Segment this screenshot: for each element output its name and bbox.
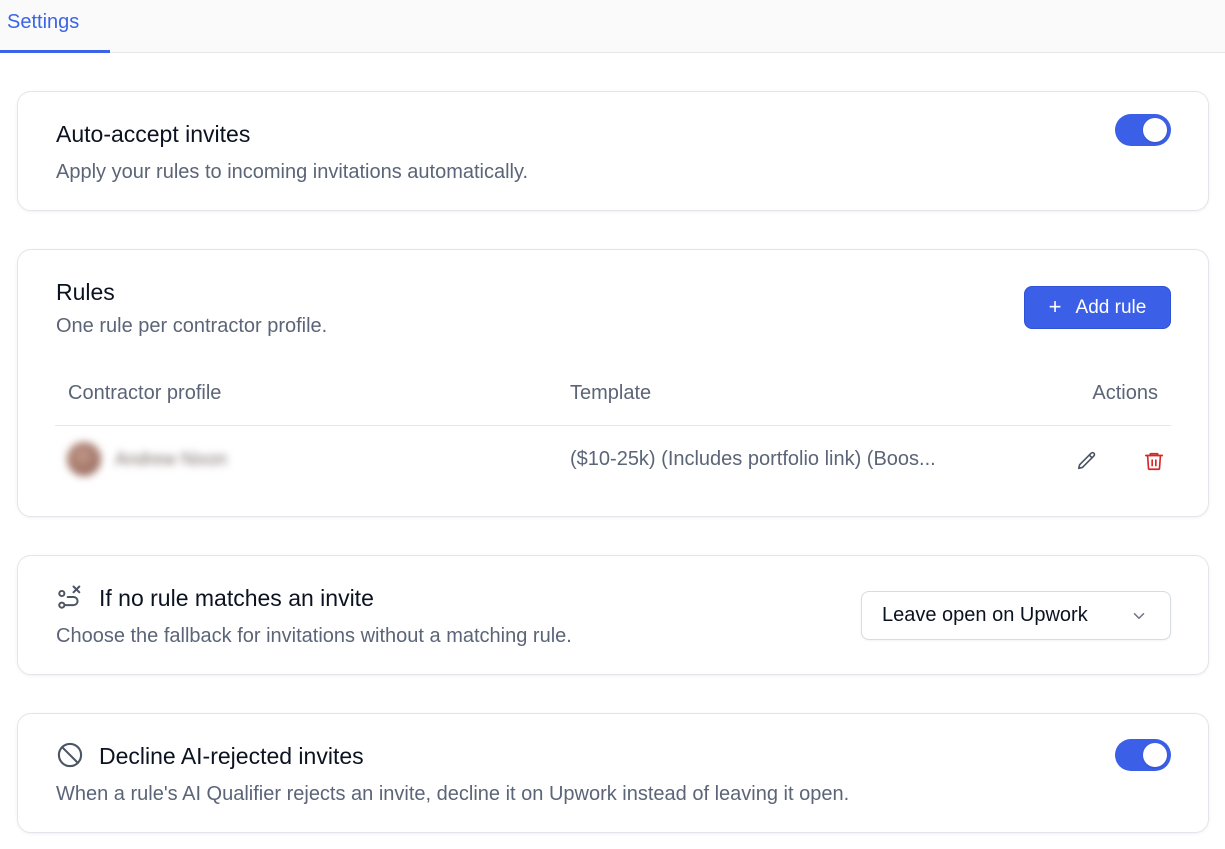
avatar	[67, 442, 101, 476]
tab-settings[interactable]: Settings	[0, 0, 110, 53]
rules-description: One rule per contractor profile.	[56, 315, 328, 337]
add-rule-button[interactable]: + Add rule	[1024, 286, 1171, 329]
table-row: Andrew Nixon ($10-25k) (Includes portfol…	[55, 426, 1171, 494]
fallback-description: Choose the fallback for invitations with…	[56, 625, 572, 647]
fallback-selected-value: Leave open on Upwork	[882, 604, 1088, 626]
column-header-profile: Contractor profile	[68, 382, 222, 404]
tab-bar: Settings	[0, 0, 1225, 53]
fallback-select[interactable]: Leave open on Upwork	[861, 591, 1171, 640]
rules-card: Rules One rule per contractor profile. +…	[17, 249, 1209, 517]
rules-table-header: Contractor profile Template Actions	[55, 364, 1171, 426]
contractor-profile: Andrew Nixon	[67, 442, 227, 476]
plus-icon: +	[1048, 293, 1062, 319]
rules-title: Rules	[56, 279, 115, 305]
decline-toggle[interactable]	[1115, 739, 1171, 771]
auto-accept-description: Apply your rules to incoming invitations…	[56, 161, 529, 183]
decline-card: Decline AI-rejected invites When a rule'…	[17, 713, 1209, 833]
decline-title: Decline AI-rejected invites	[99, 743, 364, 769]
template-cell: ($10-25k) (Includes portfolio link) (Boo…	[570, 448, 936, 470]
profile-name: Andrew Nixon	[115, 448, 228, 469]
ban-icon	[57, 742, 83, 768]
add-rule-label: Add rule	[1075, 296, 1147, 318]
toggle-knob	[1143, 118, 1167, 142]
auto-accept-card: Auto-accept invites Apply your rules to …	[17, 91, 1209, 211]
column-header-actions: Actions	[1092, 382, 1158, 404]
route-off-icon	[58, 585, 81, 609]
auto-accept-title: Auto-accept invites	[56, 121, 251, 147]
edit-rule-button[interactable]	[1074, 448, 1100, 474]
chevron-down-icon	[1133, 613, 1145, 619]
trash-icon	[1144, 452, 1164, 471]
fallback-title: If no rule matches an invite	[99, 585, 374, 611]
fallback-card: If no rule matches an invite Choose the …	[17, 555, 1209, 675]
pencil-icon	[1077, 451, 1096, 470]
auto-accept-toggle[interactable]	[1115, 114, 1171, 146]
toggle-knob	[1143, 743, 1167, 767]
column-header-template: Template	[570, 382, 652, 404]
delete-rule-button[interactable]	[1141, 448, 1167, 474]
decline-description: When a rule's AI Qualifier rejects an in…	[56, 783, 850, 805]
